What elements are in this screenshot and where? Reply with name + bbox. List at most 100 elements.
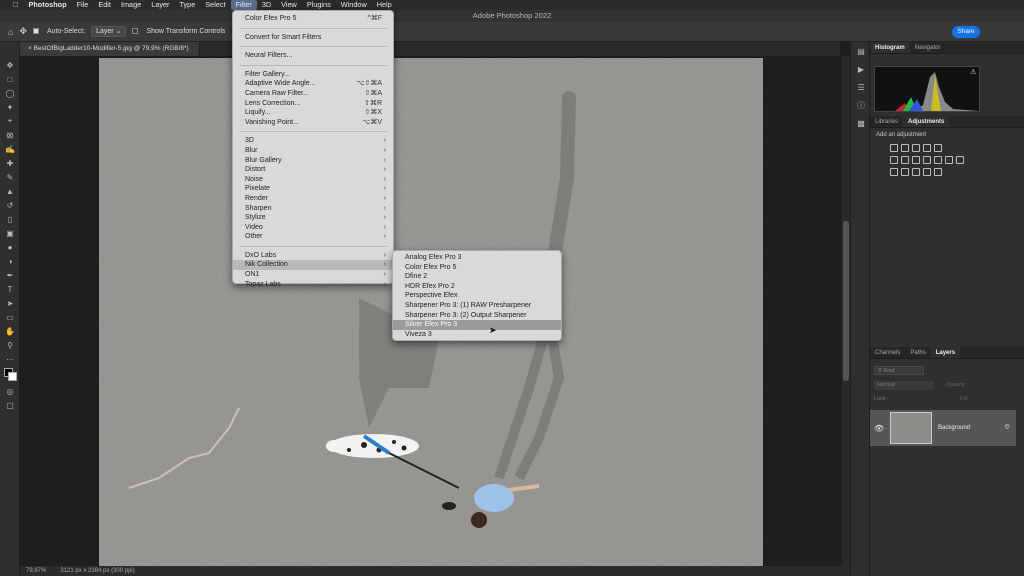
layer-name[interactable]: Background [938, 425, 970, 431]
tab-layers[interactable]: Layers [930, 347, 961, 358]
menu-item-vanishing-point[interactable]: Vanishing Point... ⌥⌘V [233, 118, 393, 128]
info-icon[interactable]: ⓘ [851, 96, 871, 114]
invert-icon[interactable] [890, 168, 898, 176]
tab-adjustments[interactable]: Adjustments [903, 116, 950, 127]
move-tool-icon[interactable]: ✥ [19, 26, 27, 37]
submenu-hdr-efex[interactable]: HDR Efex Pro 2 [393, 282, 561, 292]
menu-item-render[interactable]: Render › [233, 194, 393, 204]
tab-histogram[interactable]: Histogram [870, 42, 910, 53]
auto-select-checkbox[interactable] [32, 28, 41, 35]
tab-channels[interactable]: Channels [870, 347, 905, 358]
menu-item-3d[interactable]: 3D › [233, 136, 393, 146]
lasso-tool-icon[interactable]: ◯ [0, 86, 20, 100]
exposure-icon[interactable] [923, 144, 931, 152]
clone-stamp-icon[interactable]: ▲ [0, 184, 20, 198]
blend-mode-select[interactable]: Normal [874, 381, 934, 390]
shape-tool-icon[interactable]: ▭ [0, 310, 20, 324]
warning-icon[interactable]: ⚠ [970, 68, 976, 76]
menu-item-distort[interactable]: Distort › [233, 165, 393, 175]
submenu-color-efex[interactable]: Color Efex Pro 5 [393, 263, 561, 273]
menu-view[interactable]: View [276, 0, 302, 10]
menu-layer[interactable]: Layer [146, 0, 174, 10]
gradient-map-icon[interactable] [934, 144, 942, 152]
channel-mixer-icon[interactable] [945, 156, 953, 164]
dodge-tool-icon[interactable]: ◑ [0, 254, 20, 268]
path-select-icon[interactable]: ➤ [0, 296, 20, 310]
home-icon[interactable]: ⌂ [8, 27, 13, 37]
color-lookup-icon[interactable] [956, 156, 964, 164]
menu-item-camera-raw[interactable]: Camera Raw Filter... ⇧⌘A [233, 89, 393, 99]
blur-tool-icon[interactable]: ● [0, 240, 20, 254]
menu-plugins[interactable]: Plugins [302, 0, 336, 10]
tab-libraries[interactable]: Libraries [870, 116, 903, 127]
submenu-dfine[interactable]: Dfine 2 [393, 272, 561, 282]
brush-tool-icon[interactable]: ✎ [0, 170, 20, 184]
crop-tool-icon[interactable]: ⌖ [0, 114, 20, 128]
brightness-icon[interactable] [890, 144, 898, 152]
more-tools-icon[interactable]: ⋯ [0, 352, 20, 366]
submenu-sharpener-output[interactable]: Sharpener Pro 3: (2) Output Sharpener [393, 311, 561, 321]
history-icon[interactable]: ▤ [851, 42, 871, 60]
submenu-sharpener-raw[interactable]: Sharpener Pro 3: (1) RAW Presharpener [393, 301, 561, 311]
black-white-icon[interactable] [923, 156, 931, 164]
menu-3d[interactable]: 3D [257, 0, 276, 10]
tab-navigator[interactable]: Navigator [910, 42, 946, 53]
menu-item-adaptive-wide[interactable]: Adaptive Wide Angle... ⌥⇧⌘A [233, 79, 393, 89]
actions-play-icon[interactable]: ▶ [851, 60, 871, 78]
eraser-icon[interactable]: ▯ [0, 212, 20, 226]
selective-color-icon[interactable] [923, 168, 931, 176]
curves-icon[interactable] [912, 144, 920, 152]
history-brush-icon[interactable]: ↺ [0, 198, 20, 212]
menu-edit[interactable]: Edit [93, 0, 116, 10]
color-balance-icon[interactable] [912, 156, 920, 164]
submenu-analog-efex[interactable]: Analog Efex Pro 3 [393, 253, 561, 263]
menu-filter[interactable]: Filter [230, 0, 257, 10]
type-tool-icon[interactable]: T [0, 282, 20, 296]
pen-tool-icon[interactable]: ✒ [0, 268, 20, 282]
menu-item-nik-collection[interactable]: Nik Collection › [233, 260, 393, 271]
marquee-tool-icon[interactable]: □ [0, 72, 20, 86]
menu-item-dxo-labs[interactable]: DxO Labs › [233, 251, 393, 261]
document-tab[interactable]: × BestOfBigLadder10-Modifier-5.jpg @ 79,… [20, 42, 200, 56]
menu-item-color-efex[interactable]: Color Efex Pro 5 ^⌘F [233, 14, 393, 24]
menu-item-on1[interactable]: ON1 › [233, 270, 393, 280]
close-tab-icon[interactable]: × [28, 45, 32, 52]
submenu-perspective-efex[interactable]: Perspective Efex [393, 291, 561, 301]
glyphs-icon[interactable]: ▩ [851, 114, 871, 132]
vibrance-icon[interactable] [890, 156, 898, 164]
menu-photoshop[interactable]: Photoshop [23, 0, 71, 10]
menu-item-pixelate[interactable]: Pixelate › [233, 184, 393, 194]
eyedropper-icon[interactable]: ✍ [0, 142, 20, 156]
photo-filter-icon[interactable] [934, 156, 942, 164]
submenu-silver-efex[interactable]: Silver Efex Pro 3 [393, 320, 561, 330]
move-tool-icon[interactable]: ✥ [0, 58, 20, 72]
menu-window[interactable]: Window [336, 0, 372, 10]
menu-item-neural-filters[interactable]: Neural Filters... [233, 51, 393, 61]
menu-item-other[interactable]: Other › [233, 232, 393, 242]
threshold-icon[interactable] [912, 168, 920, 176]
healing-brush-icon[interactable]: ✚ [0, 156, 20, 170]
tab-paths[interactable]: Paths [905, 347, 930, 358]
transform-checkbox[interactable] [132, 28, 140, 35]
menu-item-lens-correction[interactable]: Lens Correction... ⇧⌘R [233, 99, 393, 109]
menu-item-stylize[interactable]: Stylize › [233, 213, 393, 223]
menu-item-convert-smart[interactable]: Convert for Smart Filters [233, 33, 393, 43]
gradient-fill-icon[interactable] [934, 168, 942, 176]
menu-file[interactable]: File [72, 0, 94, 10]
menu-item-liquify[interactable]: Liquify... ⇧⌘X [233, 108, 393, 118]
menu-item-sharpen[interactable]: Sharpen › [233, 204, 393, 214]
menu-type[interactable]: Type [174, 0, 200, 10]
frame-tool-icon[interactable]: ⊠ [0, 128, 20, 142]
zoom-level[interactable]: 79,87% [26, 568, 46, 574]
menu-item-noise[interactable]: Noise › [233, 175, 393, 185]
menu-item-topaz-labs[interactable]: Topaz Labs › [233, 280, 393, 290]
layer-filter-kind[interactable]: ⚲ Kind [874, 366, 924, 375]
apple-icon[interactable]:  [8, 0, 23, 10]
menu-help[interactable]: Help [372, 0, 397, 10]
layer-row-background[interactable]: 👁 Background ⎊ [870, 410, 1016, 446]
submenu-viveza[interactable]: Viveza 3 [393, 330, 561, 340]
menu-item-blur-gallery[interactable]: Blur Gallery › [233, 156, 393, 166]
menu-item-video[interactable]: Video › [233, 223, 393, 233]
menu-item-blur[interactable]: Blur › [233, 146, 393, 156]
gradient-tool-icon[interactable]: ▣ [0, 226, 20, 240]
